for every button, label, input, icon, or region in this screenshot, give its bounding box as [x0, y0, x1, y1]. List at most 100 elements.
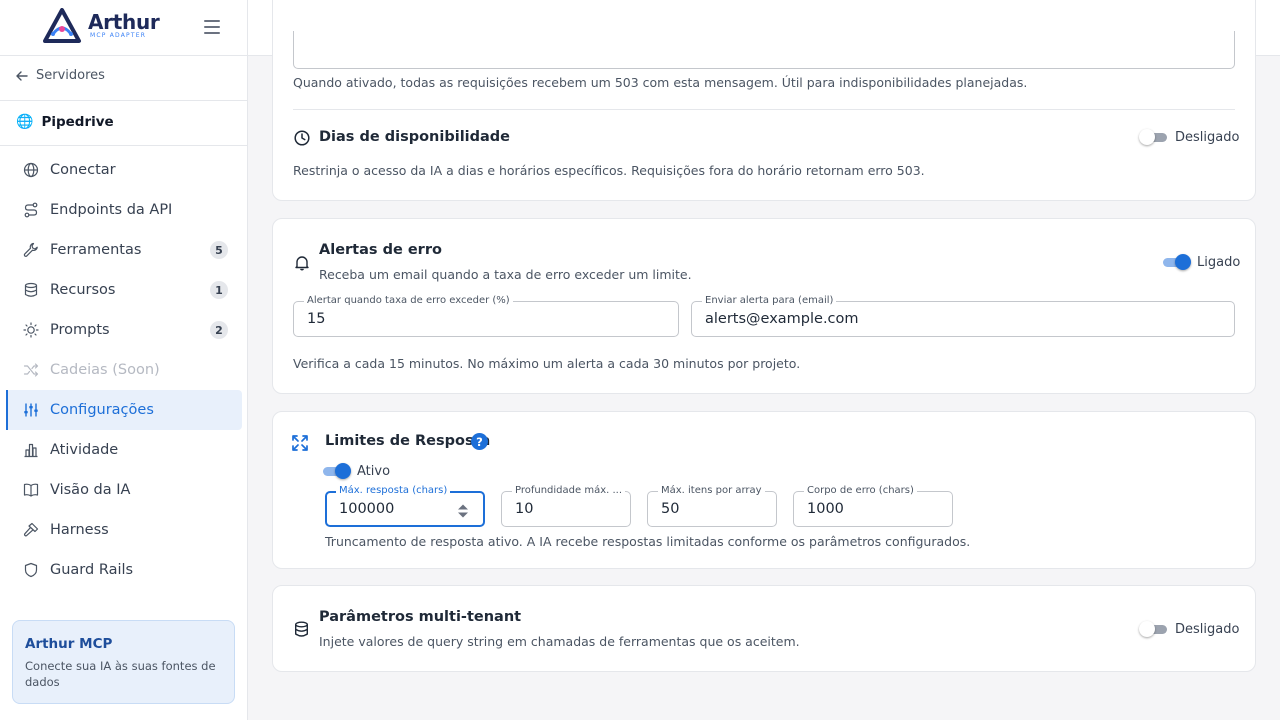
field-label: Alertar quando taxa de erro exceder (%) — [304, 294, 513, 308]
field-value: 1000 — [807, 501, 844, 517]
alert-email-input[interactable]: Enviar alerta para (email) alerts@exampl… — [691, 294, 1235, 337]
response-limits-card: Limites de Resposta ? Ativo Máx. respost… — [272, 411, 1256, 569]
sidebar-item-label: Harness — [50, 522, 109, 538]
brand-name: Arthur — [88, 10, 160, 34]
multitenant-description: Injete valores de query string em chamad… — [319, 634, 800, 649]
brand-subtitle: MCP ADAPTER — [90, 32, 147, 39]
maintenance-message-input[interactable] — [293, 31, 1235, 69]
book-icon — [22, 481, 40, 499]
error-alerts-description: Receba um email quando a taxa de erro ex… — [319, 267, 692, 282]
sidebar-item-atividade[interactable]: Atividade — [6, 430, 242, 470]
sliders-icon — [22, 401, 40, 419]
field-value: 15 — [307, 311, 326, 327]
divider — [0, 145, 248, 146]
multitenant-toggle[interactable]: Desligado — [1139, 621, 1239, 637]
server-name-label: Pipedrive — [41, 114, 114, 130]
promo-title: Arthur MCP — [25, 636, 113, 652]
count-badge: 2 — [210, 321, 228, 339]
field-label: Máx. itens por array — [658, 484, 765, 498]
error-alerts-card: Alertas de erro Receba um email quando a… — [272, 218, 1256, 394]
sidebar-item-endpoints[interactable]: Endpoints da API — [6, 190, 242, 230]
response-limits-title: Limites de Resposta — [325, 433, 491, 449]
error-body-input[interactable]: Corpo de erro (chars) 1000 — [793, 484, 953, 527]
multitenant-card: Parâmetros multi-tenant Injete valores d… — [272, 585, 1256, 672]
max-array-items-input[interactable]: Máx. itens por array 50 — [647, 484, 777, 527]
error-alerts-title: Alertas de erro — [319, 242, 442, 258]
brand-logo[interactable]: Arthur MCP ADAPTER — [42, 6, 160, 46]
response-limits-toggle-label: Ativo — [357, 463, 391, 479]
availability-toggle-label: Desligado — [1175, 129, 1240, 145]
bell-icon — [295, 256, 309, 271]
sidebar-item-label: Ferramentas — [50, 242, 142, 258]
number-spinner-icon[interactable] — [457, 503, 469, 519]
error-alerts-footnote: Verifica a cada 15 minutos. No máximo um… — [293, 356, 801, 371]
count-badge: 5 — [210, 241, 228, 259]
multitenant-toggle-label: Desligado — [1175, 621, 1240, 637]
hammer-icon — [22, 521, 40, 539]
back-link-label: Servidores — [36, 68, 105, 83]
sidebar-item-label: Prompts — [50, 322, 110, 338]
clock-icon — [294, 130, 310, 146]
route-icon — [22, 201, 40, 219]
sidebar-item-ferramentas[interactable]: Ferramentas 5 — [6, 230, 242, 270]
lightbulb-icon — [22, 321, 40, 339]
promo-text: Conecte sua IA às suas fontes de dados — [25, 659, 216, 689]
multitenant-title: Parâmetros multi-tenant — [319, 609, 522, 625]
sidebar-item-harness[interactable]: Harness — [6, 510, 242, 550]
sidebar-item-recursos[interactable]: Recursos 1 — [6, 270, 242, 310]
response-limits-footnote: Truncamento de resposta ativo. A IA rece… — [325, 534, 971, 549]
divider — [0, 100, 248, 101]
arrow-left-icon — [16, 70, 28, 81]
field-value: alerts@example.com — [705, 311, 859, 327]
field-value: 10 — [515, 501, 534, 517]
field-value: 50 — [661, 501, 680, 517]
bar-chart-icon — [22, 441, 40, 459]
maintenance-hint: Quando ativado, todas as requisições rec… — [293, 75, 1028, 90]
field-label: Profundidade máx. ... — [512, 484, 626, 498]
sidebar-item-label: Atividade — [50, 442, 119, 458]
field-value: 100000 — [339, 501, 395, 517]
sidebar-item-label: Configurações — [50, 402, 154, 418]
sidebar-item-cadeias: Cadeias (Soon) — [6, 350, 242, 390]
help-icon[interactable]: ? — [471, 433, 488, 450]
arthur-logo-icon — [43, 8, 81, 43]
shuffle-icon — [22, 361, 40, 379]
error-alerts-toggle-label: Ligado — [1197, 254, 1241, 270]
divider — [293, 109, 1235, 110]
field-label: Enviar alerta para (email) — [702, 294, 837, 308]
sidebar-item-label: Guard Rails — [50, 562, 134, 578]
shield-icon — [22, 561, 40, 579]
count-badge: 1 — [210, 281, 228, 299]
globe-icon — [22, 161, 40, 179]
availability-description: Restrinja o acesso da IA a dias e horári… — [293, 163, 925, 178]
sidebar-item-conectar[interactable]: Conectar — [6, 150, 242, 190]
availability-title: Dias de disponibilidade — [319, 129, 511, 145]
sidebar-item-guard-rails[interactable]: Guard Rails — [6, 550, 242, 590]
sidebar: Arthur MCP ADAPTER Servidores 🌐 Pipedriv… — [0, 0, 248, 720]
sidebar-item-prompts[interactable]: Prompts 2 — [6, 310, 242, 350]
wrench-icon — [22, 241, 40, 259]
sidebar-item-visao-ia[interactable]: Visão da IA — [6, 470, 242, 510]
sidebar-item-label: Recursos — [50, 282, 116, 298]
globe-emoji-icon: 🌐 — [16, 114, 34, 130]
sidebar-item-configuracoes[interactable]: Configurações — [6, 390, 242, 430]
field-label: Corpo de erro (chars) — [804, 484, 917, 498]
divider — [0, 55, 248, 56]
sidebar-item-label: Cadeias (Soon) — [50, 362, 160, 378]
error-alerts-toggle[interactable]: Ligado — [1161, 254, 1240, 270]
sidebar-nav: Conectar Endpoints da API Ferramentas 5 … — [6, 150, 242, 590]
maintenance-availability-card: Quando ativado, todas as requisições rec… — [272, 0, 1256, 201]
menu-toggle-icon[interactable] — [204, 20, 220, 34]
promo-card: Arthur MCP Conecte sua IA às suas fontes… — [12, 620, 235, 704]
database-icon — [294, 621, 309, 637]
error-threshold-input[interactable]: Alertar quando taxa de erro exceder (%) … — [293, 294, 679, 337]
back-to-servers-link[interactable]: Servidores — [16, 68, 105, 83]
expand-arrows-icon — [292, 435, 308, 451]
database-icon — [22, 281, 40, 299]
max-response-input[interactable]: Máx. resposta (chars) 100000 — [325, 484, 485, 527]
max-depth-input[interactable]: Profundidade máx. ... 10 — [501, 484, 631, 527]
field-label: Máx. resposta (chars) — [336, 484, 451, 498]
availability-toggle[interactable]: Desligado — [1139, 129, 1239, 145]
sidebar-item-label: Conectar — [50, 162, 116, 178]
response-limits-toggle[interactable]: Ativo — [321, 463, 390, 479]
